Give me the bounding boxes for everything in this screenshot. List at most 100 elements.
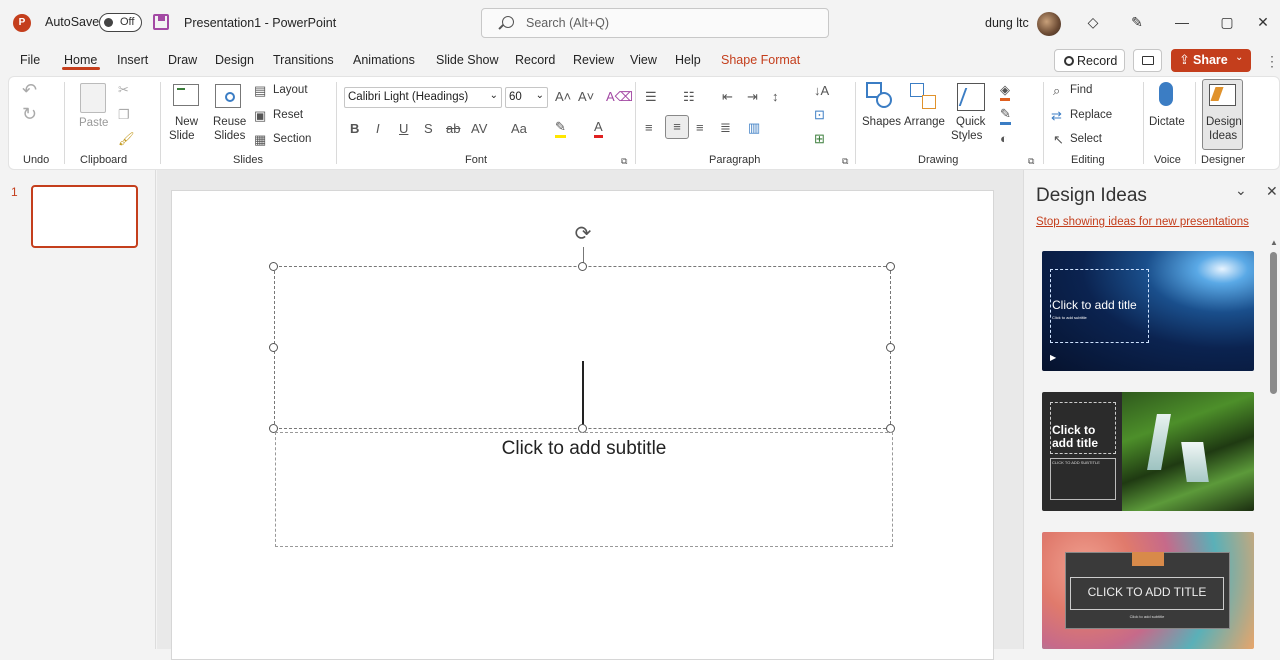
justify-icon[interactable]: ≣ [720, 120, 731, 136]
replace-button[interactable]: Replace [1070, 109, 1112, 121]
section-button[interactable]: Section [273, 133, 311, 145]
avatar[interactable] [1037, 12, 1061, 36]
shape-effects-icon[interactable]: ◐ [1000, 131, 1008, 147]
save-icon[interactable] [153, 14, 169, 30]
tab-draw[interactable]: Draw [168, 53, 197, 67]
resize-handle[interactable] [886, 262, 895, 271]
tab-help[interactable]: Help [675, 53, 701, 67]
quick-styles-label-1[interactable]: Quick [956, 116, 985, 128]
arrange-icon[interactable] [910, 83, 938, 111]
redo-icon[interactable]: ↻ [22, 105, 37, 123]
minimize-icon[interactable]: — [1172, 12, 1192, 32]
cut-icon[interactable]: ✂ [118, 82, 129, 98]
character-spacing-icon[interactable]: AV [471, 121, 487, 137]
diamond-icon[interactable]: ◇ [1083, 12, 1103, 32]
find-button[interactable]: Find [1070, 84, 1092, 96]
arrange-label[interactable]: Arrange [904, 116, 945, 128]
tab-review[interactable]: Review [573, 53, 614, 67]
tab-shape-format[interactable]: Shape Format [721, 53, 800, 67]
reuse-slides-label-1[interactable]: Reuse [213, 116, 246, 128]
bullets-icon[interactable]: ☰ [645, 89, 657, 105]
close-icon[interactable]: ✕ [1266, 183, 1278, 200]
shapes-label[interactable]: Shapes [862, 116, 901, 128]
slide-thumbnail[interactable] [31, 185, 138, 248]
resize-handle[interactable] [269, 262, 278, 271]
reuse-slides-icon[interactable] [215, 84, 241, 108]
design-idea-2[interactable]: Click to add title CLICK TO ADD SUBTITLE [1042, 392, 1254, 511]
search-box[interactable]: Search (Alt+Q) [481, 8, 829, 38]
comments-button[interactable] [1133, 49, 1162, 72]
shape-outline-icon[interactable]: ✎ [1000, 106, 1011, 125]
change-case-icon[interactable]: Aa [511, 121, 527, 137]
font-color-icon[interactable]: A [594, 119, 603, 138]
autosave-toggle[interactable]: Off [99, 13, 142, 32]
tab-transitions[interactable]: Transitions [273, 53, 334, 67]
font-name-select[interactable]: Calibri Light (Headings) ⌄ [344, 87, 502, 108]
subtitle-placeholder[interactable]: Click to add subtitle [275, 432, 893, 547]
select-button[interactable]: Select [1070, 133, 1102, 145]
numbering-icon[interactable]: ☷ [683, 89, 695, 105]
tab-view[interactable]: View [630, 53, 657, 67]
design-idea-3[interactable]: CLICK TO ADD TITLE Click to add subtitle [1042, 532, 1254, 649]
slide[interactable]: ⟳ Click to add subtitle [171, 190, 994, 660]
tab-design[interactable]: Design [215, 53, 254, 67]
dictate-label[interactable]: Dictate [1149, 116, 1185, 128]
line-spacing-icon[interactable]: ↕ [772, 89, 779, 105]
format-painter-icon[interactable]: 🖌 [118, 131, 135, 147]
shape-fill-icon[interactable]: ◈ [1000, 82, 1010, 101]
highlight-icon[interactable]: ✎ [555, 119, 566, 138]
decrease-font-size-icon[interactable]: A˅ [578, 89, 594, 105]
new-slide-label-2[interactable]: Slide [169, 130, 195, 142]
text-direction-icon[interactable]: ↓A [814, 83, 829, 99]
undo-icon[interactable]: ↶ [22, 81, 37, 99]
bold-icon[interactable]: B [350, 121, 359, 137]
align-right-icon[interactable]: ≡ [696, 120, 704, 136]
shapes-icon[interactable] [866, 82, 894, 110]
align-left-icon[interactable]: ≡ [645, 120, 653, 136]
rotate-handle-icon[interactable]: ⟳ [572, 224, 594, 246]
new-slide-label-1[interactable]: New [175, 116, 198, 128]
align-text-icon[interactable]: ⊡ [814, 107, 825, 123]
dialog-launcher-icon[interactable]: ⧉ [621, 153, 627, 169]
reset-button[interactable]: Reset [273, 109, 303, 121]
tab-animations[interactable]: Animations [353, 53, 415, 67]
record-button[interactable]: Record [1054, 49, 1125, 72]
quick-styles-icon[interactable] [957, 83, 985, 111]
reuse-slides-label-2[interactable]: Slides [214, 130, 245, 142]
align-center-icon[interactable]: ≡ [665, 115, 689, 139]
stop-showing-ideas-link[interactable]: Stop showing ideas for new presentations [1036, 216, 1249, 228]
tab-slide-show[interactable]: Slide Show [436, 53, 499, 67]
chevron-down-icon[interactable]: ⌄ [1235, 182, 1247, 199]
copy-icon[interactable]: ❐ [118, 107, 130, 123]
tab-file[interactable]: File [20, 53, 40, 67]
user-name[interactable]: dung ltc [985, 16, 1029, 30]
share-button[interactable]: ⇪ Share ⌄ [1171, 49, 1251, 72]
columns-icon[interactable]: ▥ [748, 120, 760, 136]
microphone-icon[interactable] [1159, 82, 1173, 106]
tab-insert[interactable]: Insert [117, 53, 148, 67]
dialog-launcher-icon[interactable]: ⧉ [842, 153, 848, 169]
design-idea-1[interactable]: Click to add title Click to add subtitle… [1042, 251, 1254, 371]
close-icon[interactable]: ✕ [1253, 12, 1273, 32]
font-size-select[interactable]: 60 ⌄ [505, 87, 548, 108]
resize-handle[interactable] [886, 343, 895, 352]
scrollbar[interactable]: ▲ [1268, 238, 1278, 649]
smartart-icon[interactable]: ⊞ [814, 131, 825, 147]
increase-font-size-icon[interactable]: A˄ [555, 89, 571, 105]
italic-icon[interactable]: I [376, 121, 380, 137]
clear-formatting-icon[interactable]: A⌫ [606, 89, 633, 105]
paste-icon[interactable] [80, 83, 106, 113]
shadow-icon[interactable]: S [424, 121, 433, 137]
resize-handle[interactable] [578, 262, 587, 271]
new-slide-icon[interactable] [173, 84, 199, 106]
paste-label[interactable]: Paste [79, 117, 108, 129]
underline-icon[interactable]: U [399, 121, 408, 137]
tab-record[interactable]: Record [515, 53, 555, 67]
layout-button[interactable]: Layout [273, 84, 308, 96]
strikethrough-icon[interactable]: ab [446, 121, 460, 137]
pen-icon[interactable]: ✎ [1127, 12, 1147, 32]
dialog-launcher-icon[interactable]: ⧉ [1028, 153, 1034, 169]
increase-indent-icon[interactable]: ⇥ [747, 89, 758, 105]
maximize-icon[interactable]: ▢ [1217, 12, 1237, 32]
quick-styles-label-2[interactable]: Styles [951, 130, 982, 142]
